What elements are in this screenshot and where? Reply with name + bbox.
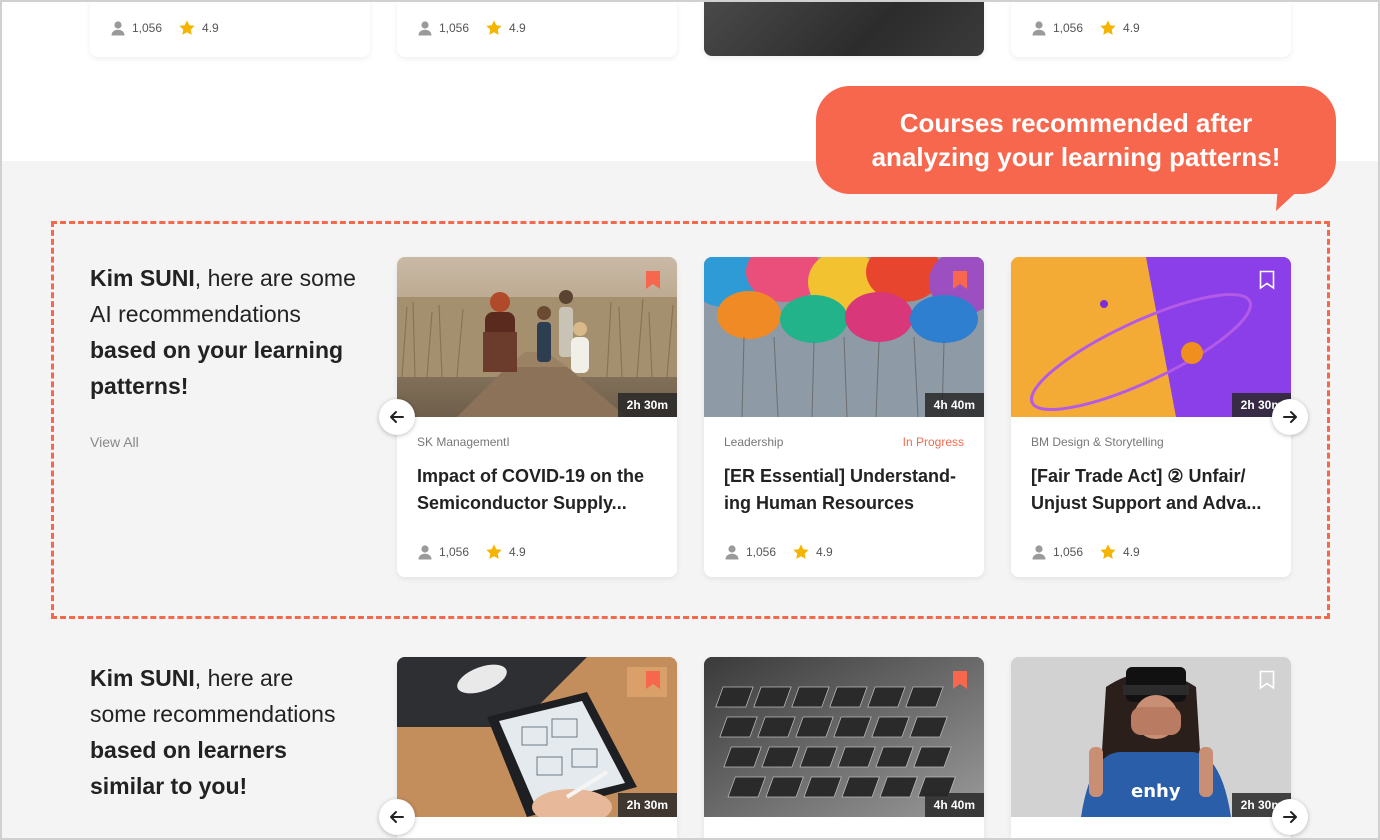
card-meta: 1,056 4.9 (1031, 542, 1271, 562)
duration-badge: 4h 40m (924, 393, 984, 417)
user-count: 1,056 (439, 545, 470, 559)
rating-value: 4.9 (202, 21, 219, 35)
user-name: Kim SUNI (90, 665, 195, 691)
arrow-left-icon (390, 411, 404, 423)
user-count: 1,056 (439, 21, 470, 35)
bookmark-icon[interactable] (645, 670, 661, 690)
arrow-left-icon (390, 811, 404, 823)
course-thumbnail: enhy 2h 30m (1011, 657, 1291, 817)
callout-line-1: Courses recommended after (899, 108, 1253, 138)
duration-badge: 2h 30m (617, 393, 677, 417)
callout-line-2: analyzing your learning patterns! (871, 142, 1281, 172)
course-thumbnail: 4h 40m (704, 257, 984, 417)
course-title[interactable]: [ER Essential] Understand-ing Human Reso… (724, 463, 964, 517)
rating-value: 4.9 (816, 545, 833, 559)
star-icon (486, 20, 502, 35)
course-card[interactable]: enhy 2h 30m (1011, 657, 1291, 840)
carousel-prev-button[interactable] (379, 799, 415, 835)
view-all-link[interactable]: View All (90, 434, 139, 450)
heading-emphasis: patterns! (90, 373, 189, 399)
arrow-right-icon (1283, 811, 1297, 823)
star-icon (486, 544, 502, 559)
course-title[interactable]: [Fair Trade Act] ② Unfair/ Unjust Suppor… (1031, 463, 1271, 517)
rating-value: 4.9 (509, 545, 526, 559)
star-icon (793, 544, 809, 559)
callout-tail (1276, 185, 1304, 211)
user-icon (1032, 545, 1046, 560)
similar-learners-heading: Kim SUNI, here are some recommendations … (90, 660, 360, 804)
bookmark-icon[interactable] (952, 670, 968, 690)
user-icon (418, 21, 432, 36)
bookmark-icon[interactable] (1259, 270, 1275, 290)
course-thumbnail: 2h 30m (397, 657, 677, 817)
bookmark-icon[interactable] (952, 270, 968, 290)
star-icon (1100, 20, 1116, 35)
carousel-next-button[interactable] (1272, 399, 1308, 435)
user-name: Kim SUNI (90, 265, 195, 291)
course-category: SK ManagementI (417, 435, 510, 449)
arrow-right-icon (1283, 411, 1297, 423)
course-card[interactable]: 4h 40m (704, 657, 984, 840)
duration-badge: 2h 30m (617, 793, 677, 817)
svg-text:enhy: enhy (1131, 781, 1181, 802)
top-course-card-4[interactable]: 1,056 4.9 (1011, 0, 1291, 57)
progress-status: In Progress (902, 435, 964, 449)
star-icon (1100, 544, 1116, 559)
rating-value: 4.9 (509, 21, 526, 35)
course-thumbnail: 2h 30m (1011, 257, 1291, 417)
card-meta: 1,056 4.9 (110, 18, 219, 38)
carousel-next-button[interactable] (1272, 799, 1308, 835)
course-title[interactable]: Impact of COVID-19 on the Semiconductor … (417, 463, 657, 517)
user-icon (725, 545, 739, 560)
bookmark-icon[interactable] (1259, 670, 1275, 690)
user-icon (418, 545, 432, 560)
bookmark-icon[interactable] (645, 270, 661, 290)
course-category: Leadership (724, 435, 784, 449)
carousel-prev-button[interactable] (379, 399, 415, 435)
heading-text: AI recommendations (90, 301, 301, 327)
ai-recommendation-heading: Kim SUNI, here are some AI recommendatio… (90, 260, 360, 404)
course-card[interactable]: 2h 30m (397, 657, 677, 840)
rating-value: 4.9 (1123, 21, 1140, 35)
top-course-card-1[interactable]: 1,056 4.9 (90, 0, 370, 57)
card-meta: 1,056 4.9 (417, 542, 657, 562)
card-meta: 1,056 4.9 (1031, 18, 1140, 38)
rating-value: 4.9 (1123, 545, 1140, 559)
heading-text: , here are (194, 665, 294, 691)
card-meta: 1,056 4.9 (417, 18, 526, 38)
heading-emphasis: based on learners (90, 737, 287, 763)
course-category: BM Design & Storytelling (1031, 435, 1164, 449)
user-count: 1,056 (746, 545, 777, 559)
user-icon (1032, 21, 1046, 36)
top-course-card-2[interactable]: 1,056 4.9 (397, 0, 677, 57)
course-thumbnail: 4h 40m (704, 657, 984, 817)
top-course-card-3[interactable] (704, 0, 984, 56)
course-card[interactable]: 2h 30m SK ManagementI Impact of COVID-19… (397, 257, 677, 577)
callout-bubble: Courses recommended after analyzing your… (816, 86, 1336, 194)
course-thumbnail: 2h 30m (397, 257, 677, 417)
course-card[interactable]: 2h 30m BM Design & Storytelling [Fair Tr… (1011, 257, 1291, 577)
user-icon (111, 21, 125, 36)
heading-emphasis: based on your learning (90, 337, 344, 363)
user-count: 1,056 (132, 21, 163, 35)
user-count: 1,056 (1053, 545, 1084, 559)
star-icon (179, 20, 195, 35)
heading-emphasis: similar to you! (90, 773, 248, 799)
user-count: 1,056 (1053, 21, 1084, 35)
duration-badge: 4h 40m (924, 793, 984, 817)
card-meta: 1,056 4.9 (724, 542, 964, 562)
course-card[interactable]: 4h 40m Leadership In Progress [ER Essenti… (704, 257, 984, 577)
heading-text: some recommendations (90, 701, 336, 727)
heading-text: , here are some (194, 265, 356, 291)
